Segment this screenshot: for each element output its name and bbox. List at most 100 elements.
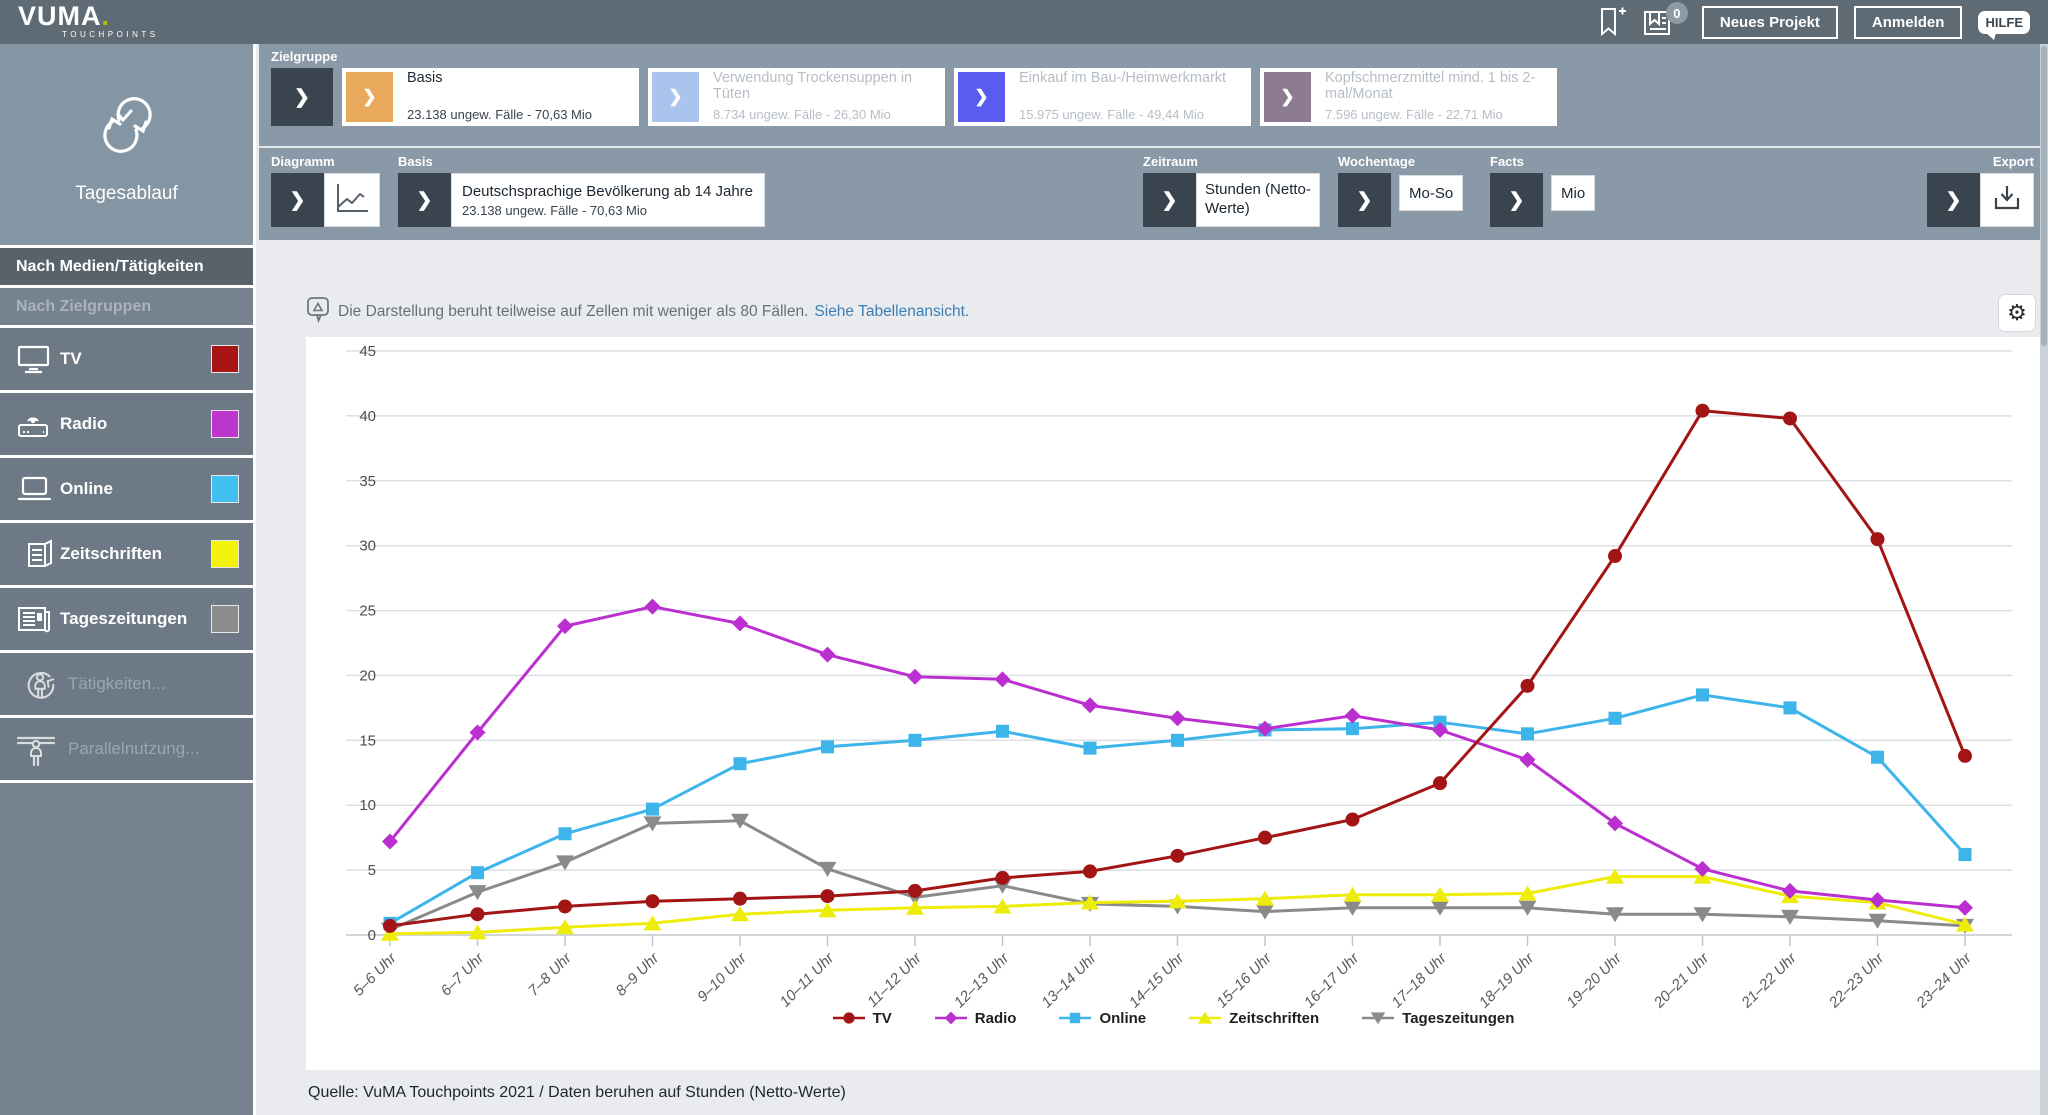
facts-label: Facts bbox=[1490, 154, 1524, 169]
hilfe-button[interactable]: HILFE bbox=[1978, 10, 2030, 40]
legend-item-tageszeitungen[interactable]: Tageszeitungen bbox=[1361, 1009, 1514, 1027]
warning-bubble-icon bbox=[306, 296, 332, 328]
chip-text: Basis 23.138 ungew. Fälle - 70,63 Mio bbox=[397, 68, 639, 126]
zeitraum-expand-button[interactable]: ❯ bbox=[1143, 173, 1196, 227]
gear-icon: ⚙ bbox=[2007, 300, 2027, 325]
zeitschriften-color-swatch[interactable] bbox=[211, 540, 239, 568]
notice-text: Die Darstellung beruht teilweise auf Zel… bbox=[338, 303, 809, 320]
chart-legend: TV Radio Online Zeitschriften Tageszeitungen bbox=[306, 1009, 2040, 1027]
legend-marker-icon bbox=[832, 1012, 865, 1024]
media-label: Radio bbox=[60, 414, 108, 433]
legend-marker-icon bbox=[1189, 1011, 1222, 1024]
tagesablauf-cycle-icon bbox=[84, 84, 170, 171]
module-tagesablauf[interactable]: Tagesablauf bbox=[0, 44, 253, 248]
export-expand-button[interactable]: ❯ bbox=[1927, 173, 1980, 227]
header-actions: 0 Neues Projekt Anmelden HILFE bbox=[1598, 0, 2030, 44]
sidebar-item-tageszeitungen[interactable]: Tageszeitungen bbox=[0, 588, 253, 653]
export-download-button[interactable] bbox=[1980, 173, 2034, 227]
chip-subtitle: 8.734 ungew. Fälle - 26,30 Mio bbox=[713, 107, 891, 122]
sidebar: Tagesablauf Nach Medien/Tätigkeiten Nach… bbox=[0, 44, 256, 1115]
zielgruppe-chip-basis[interactable]: ❯ Basis 23.138 ungew. Fälle - 70,63 Mio bbox=[342, 68, 639, 126]
sidebar-nav-nach-zielgruppen[interactable]: Nach Zielgruppen bbox=[0, 288, 253, 328]
svg-text:13–14 Uhr: 13–14 Uhr bbox=[1038, 949, 1100, 1009]
sidebar-nav-nach-medien[interactable]: Nach Medien/Tätigkeiten bbox=[0, 248, 253, 288]
online-color-swatch[interactable] bbox=[211, 475, 239, 503]
sidebar-item-taetigkeiten[interactable]: Tätigkeiten... bbox=[0, 653, 253, 718]
sidebar-item-tv[interactable]: TV bbox=[0, 328, 253, 393]
basis-value-box[interactable]: Deutschsprachige Bevölkerung ab 14 Jahre… bbox=[451, 173, 765, 227]
legend-marker-icon bbox=[934, 1011, 967, 1025]
chip-chevron-icon[interactable]: ❯ bbox=[346, 72, 393, 122]
wochentage-control: Wochentage ❯ Mo-So bbox=[1338, 154, 1464, 227]
tageszeitungen-color-swatch[interactable] bbox=[211, 605, 239, 633]
zielgruppe-label: Zielgruppe bbox=[271, 49, 338, 64]
zeitraum-value-box[interactable]: Stunden (Netto-Werte) bbox=[1196, 173, 1320, 227]
facts-value-box[interactable]: Mio bbox=[1551, 175, 1596, 211]
sidebar-item-zeitschriften[interactable]: Zeitschriften bbox=[0, 523, 253, 588]
svg-text:20–21 Uhr: 20–21 Uhr bbox=[1650, 949, 1713, 1009]
diagramm-expand-button[interactable]: ❯ bbox=[271, 173, 324, 227]
chip-title: Verwendung Trockensuppen in Tüten bbox=[713, 70, 913, 102]
chip-chevron-icon[interactable]: ❯ bbox=[958, 72, 1005, 122]
zielgruppe-chip-heimwerkmarkt[interactable]: ❯ Einkauf im Bau-/Heimwerkmarkt 15.975 u… bbox=[954, 68, 1251, 126]
diagramm-control: Diagramm ❯ bbox=[271, 154, 380, 227]
legend-item-online[interactable]: Online bbox=[1058, 1009, 1146, 1027]
legend-marker-icon bbox=[1059, 1012, 1092, 1024]
zielgruppe-expand-button[interactable]: ❯ bbox=[271, 68, 333, 126]
logo-text: VUMA bbox=[18, 1, 102, 31]
notice-row: Die Darstellung beruht teilweise auf Zel… bbox=[306, 296, 1988, 328]
svg-text:5–6 Uhr: 5–6 Uhr bbox=[350, 949, 400, 999]
legend-item-radio[interactable]: Radio bbox=[934, 1009, 1016, 1027]
tv-color-swatch[interactable] bbox=[211, 345, 239, 373]
parallel-usage-icon bbox=[16, 728, 60, 770]
basis-expand-button[interactable]: ❯ bbox=[398, 173, 451, 227]
media-label: Zeitschriften bbox=[60, 544, 163, 563]
svg-text:0: 0 bbox=[368, 927, 376, 944]
sidebar-item-parallelnutzung[interactable]: Parallelnutzung... bbox=[0, 718, 253, 783]
app-root: VUMA. TOUCHPOINTS 0 Neues Projekt Anmeld… bbox=[0, 0, 2048, 1115]
source-line: Quelle: VuMA Touchpoints 2021 / Daten be… bbox=[308, 1084, 846, 1101]
filter-strip: Zielgruppe ❯ ❯ Basis 23.138 ungew. Fälle… bbox=[259, 44, 2040, 240]
legend-item-tv[interactable]: TV bbox=[832, 1009, 892, 1027]
svg-text:5: 5 bbox=[368, 862, 376, 879]
legend-item-zeitschriften[interactable]: Zeitschriften bbox=[1188, 1009, 1319, 1027]
bookmark-add-icon[interactable] bbox=[1598, 6, 1626, 38]
page-scrollbar[interactable] bbox=[2040, 0, 2048, 1115]
svg-text:18–19 Uhr: 18–19 Uhr bbox=[1476, 949, 1538, 1009]
scrollbar-thumb[interactable] bbox=[2041, 46, 2047, 346]
zeitraum-control: Zeitraum ❯ Stunden (Netto-Werte) bbox=[1143, 154, 1320, 227]
radio-color-swatch[interactable] bbox=[211, 410, 239, 438]
bookmark-folder-icon[interactable]: 0 bbox=[1642, 2, 1688, 38]
neues-projekt-button[interactable]: Neues Projekt bbox=[1701, 5, 1838, 39]
tv-icon bbox=[16, 344, 60, 374]
zielgruppe-chip-kopfschmerzmittel[interactable]: ❯ Kopfschmerzmittel mind. 1 bis 2-mal/Mo… bbox=[1260, 68, 1557, 126]
wochentage-label: Wochentage bbox=[1338, 154, 1416, 169]
sidebar-item-online[interactable]: Online bbox=[0, 458, 253, 523]
chip-title: Kopfschmerzmittel mind. 1 bis 2-mal/Mona… bbox=[1325, 70, 1536, 102]
tabellenansicht-link[interactable]: Siehe Tabellenansicht. bbox=[814, 303, 969, 321]
zielgruppe-chip-trockensuppen[interactable]: ❯ Verwendung Trockensuppen in Tüten 8.73… bbox=[648, 68, 945, 126]
svg-text:10: 10 bbox=[359, 797, 376, 814]
wochentage-expand-button[interactable]: ❯ bbox=[1338, 173, 1391, 227]
sidebar-item-radio[interactable]: Radio bbox=[0, 393, 253, 458]
svg-text:40: 40 bbox=[359, 408, 376, 425]
chip-chevron-icon[interactable]: ❯ bbox=[652, 72, 699, 122]
controls-section: Diagramm ❯ Basis ❯ Deutschsprachige Bevö… bbox=[259, 148, 2040, 238]
chart-panel: 0 5 10 15 20 25 30 35 40 45 5–6 Uhr 6–7 Uhr 7–8 Uhr 8… bbox=[306, 337, 2040, 1070]
chip-subtitle: 23.138 ungew. Fälle - 70,63 Mio bbox=[407, 107, 593, 122]
svg-text:21–22 Uhr: 21–22 Uhr bbox=[1738, 949, 1801, 1009]
chip-chevron-icon[interactable]: ❯ bbox=[1264, 72, 1311, 122]
export-label: Export bbox=[1992, 154, 2034, 169]
svg-text:19–20 Uhr: 19–20 Uhr bbox=[1563, 949, 1625, 1009]
legend-label: Tageszeitungen bbox=[1402, 1009, 1515, 1027]
svg-text:15–16 Uhr: 15–16 Uhr bbox=[1213, 949, 1275, 1009]
diagramm-type-box[interactable] bbox=[324, 173, 380, 227]
chart-settings-button[interactable]: ⚙ bbox=[1998, 294, 2036, 332]
daily-media-usage-chart: 0 5 10 15 20 25 30 35 40 45 5–6 Uhr 6–7 Uhr 7–8 Uhr 8… bbox=[346, 343, 2012, 1012]
svg-text:6–7 Uhr: 6–7 Uhr bbox=[438, 949, 488, 999]
facts-expand-button[interactable]: ❯ bbox=[1490, 173, 1543, 227]
wochentage-value-box[interactable]: Mo-So bbox=[1399, 175, 1464, 211]
activities-icon bbox=[16, 664, 60, 704]
anmelden-button[interactable]: Anmelden bbox=[1853, 5, 1963, 39]
top-header-bar: VUMA. TOUCHPOINTS 0 Neues Projekt Anmeld… bbox=[0, 0, 2048, 44]
